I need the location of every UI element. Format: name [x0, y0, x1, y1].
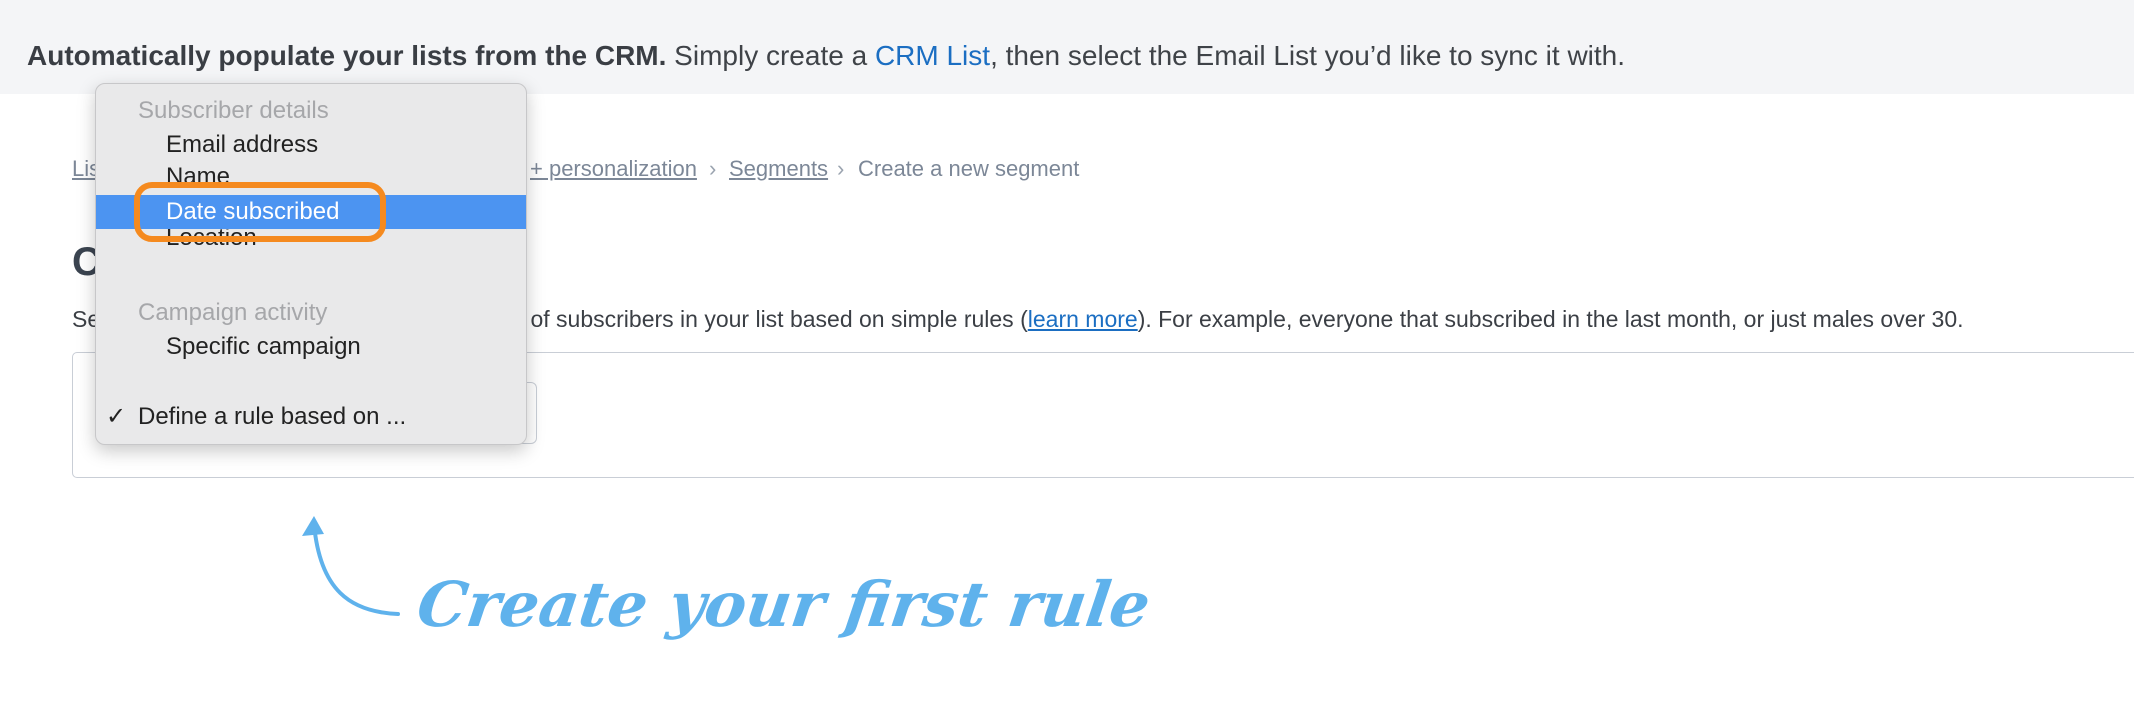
create-first-rule-annotation: Create your first rule: [412, 568, 1155, 641]
banner-pre-link-text: Simply create a: [666, 40, 875, 71]
banner-text: Automatically populate your lists from t…: [27, 40, 1625, 72]
menu-item-email-address[interactable]: Email address: [96, 128, 526, 162]
menu-item-location[interactable]: Location: [96, 229, 526, 251]
curved-arrow-icon: [302, 516, 400, 616]
description-body: pes of subscribers in your list based on…: [487, 306, 1028, 332]
description-text: pes of subscribers in your list based on…: [487, 306, 1964, 333]
rule-field-dropdown-menu: Subscriber details Email address Name Da…: [95, 83, 527, 445]
crm-sync-banner: Automatically populate your lists from t…: [0, 0, 2134, 94]
banner-post-link-text: , then select the Email List you’d like …: [990, 40, 1626, 71]
menu-item-define-rule[interactable]: ✓ Define a rule based on ...: [96, 400, 536, 434]
learn-more-link[interactable]: learn more: [1028, 306, 1138, 332]
banner-bold-text: Automatically populate your lists from t…: [27, 40, 667, 71]
group-subscriber-details: Subscriber details: [138, 97, 329, 124]
breadcrumb-current: Create a new segment: [858, 156, 1080, 181]
menu-item-date-subscribed[interactable]: Date subscribed: [96, 195, 526, 229]
checkmark-icon: ✓: [106, 403, 127, 430]
crm-list-link[interactable]: CRM List: [875, 40, 990, 71]
breadcrumb-separator: ›: [837, 156, 845, 181]
menu-item-specific-campaign[interactable]: Specific campaign: [96, 330, 526, 364]
menu-item-name[interactable]: Name: [96, 160, 526, 182]
breadcrumb-separator: ›: [709, 156, 717, 181]
description-tail: ). For example, everyone that subscribed…: [1137, 306, 1964, 332]
group-campaign-activity: Campaign activity: [138, 299, 328, 326]
menu-item-location-label: Location: [166, 229, 257, 251]
breadcrumb-personalization-link[interactable]: + personalization: [530, 156, 697, 182]
menu-item-define-rule-label: Define a rule based on ...: [138, 403, 407, 430]
breadcrumb-segments-link[interactable]: Segments: [729, 156, 828, 182]
